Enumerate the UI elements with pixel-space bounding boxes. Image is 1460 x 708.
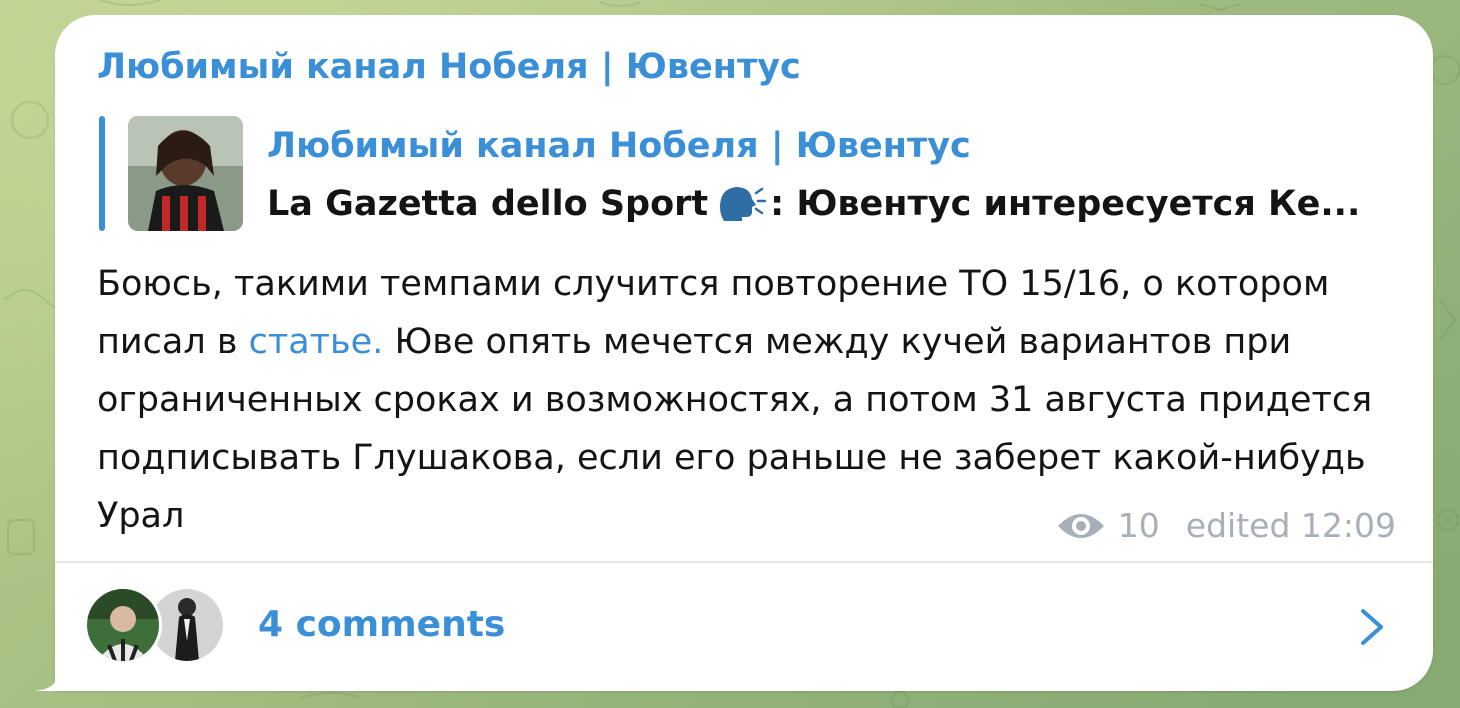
commenter-avatar xyxy=(151,589,223,661)
reply-text: La Gazetta dello Sport : Ювентус интерес… xyxy=(267,182,1387,226)
message-meta: 10 edited 12:09 xyxy=(1056,504,1396,548)
speaking-head-icon xyxy=(720,187,767,221)
channel-name-link[interactable]: Любимый канал Нобеля | Ювентус xyxy=(97,45,801,89)
comments-count-label[interactable]: 4 comments xyxy=(258,603,505,647)
reply-preview[interactable]: Любимый канал Нобеля | Ювентус La Gazett… xyxy=(99,116,1399,231)
reply-thumbnail xyxy=(128,116,243,231)
chevron-right-icon[interactable] xyxy=(1357,607,1387,647)
eye-icon xyxy=(1057,514,1104,538)
reply-title: Любимый канал Нобеля | Ювентус xyxy=(267,126,971,166)
commenter-avatar xyxy=(87,589,159,661)
channel-post-bubble[interactable]: Любимый канал Нобеля | Ювентус Любимый к… xyxy=(55,15,1433,691)
reply-text-start: La Gazetta dello Sport xyxy=(267,184,709,224)
edited-timestamp: edited 12:09 xyxy=(1185,506,1396,545)
reply-text-end: : Ювентус интересуется Ке... xyxy=(770,184,1361,224)
comments-button[interactable]: 4 comments xyxy=(55,563,1433,691)
message-text: Боюсь, такими темпами случится повторени… xyxy=(97,255,1387,545)
article-link[interactable]: статье. xyxy=(249,322,384,362)
reply-accent-bar xyxy=(99,116,105,231)
views-count: 10 xyxy=(1117,506,1160,545)
